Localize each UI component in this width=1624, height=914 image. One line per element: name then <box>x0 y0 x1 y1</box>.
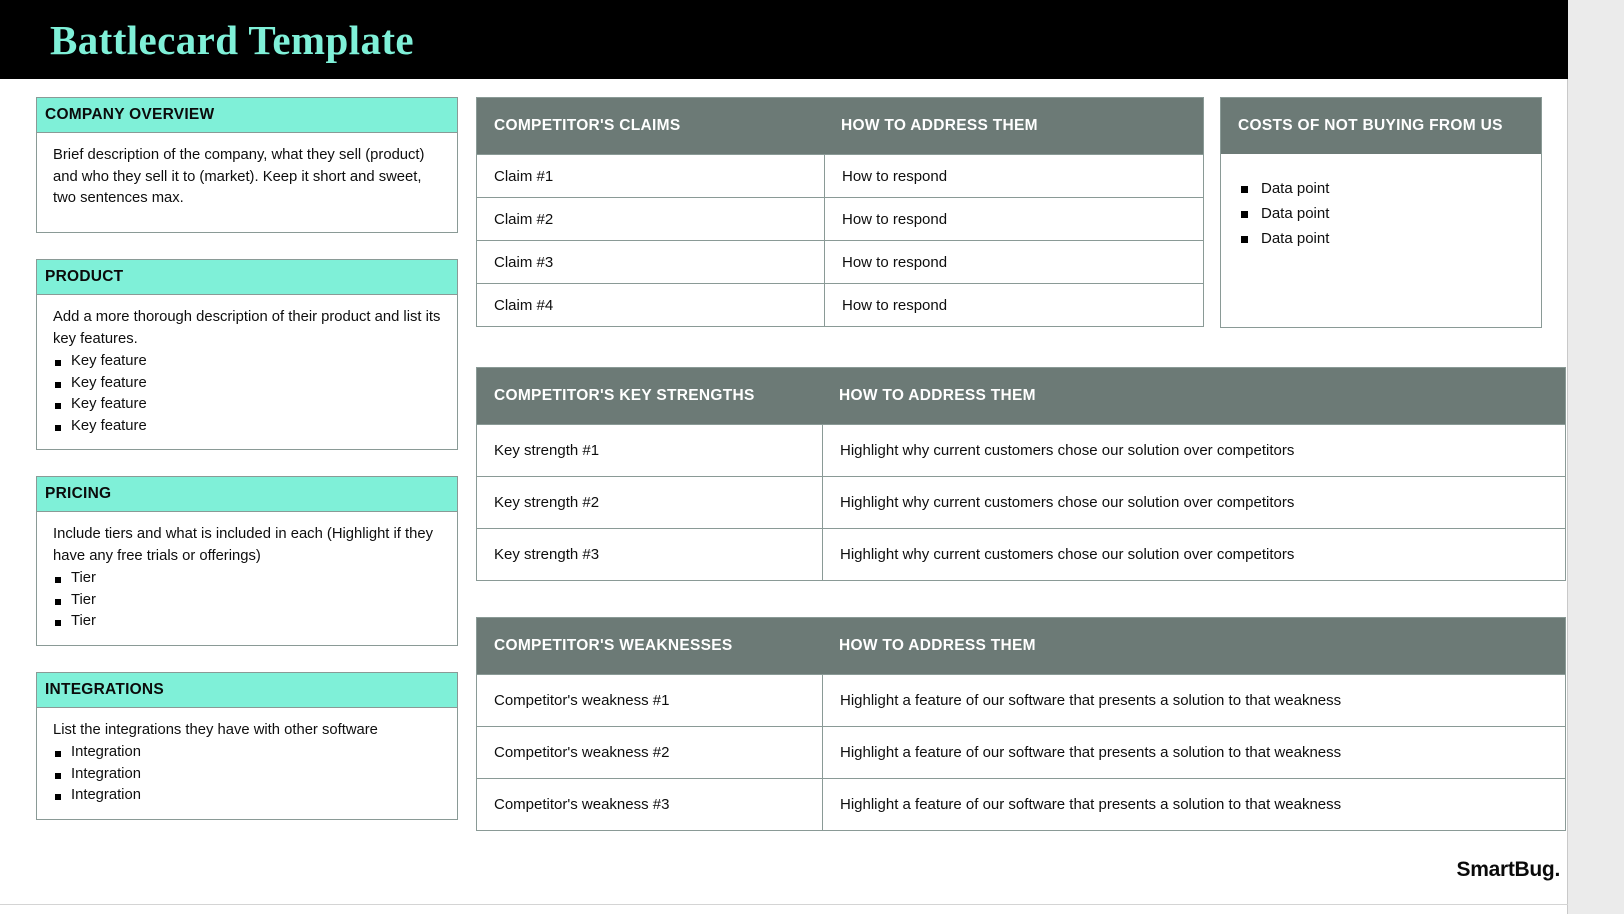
card-paragraph: List the integrations they have with oth… <box>53 721 378 738</box>
page-title: Battlecard Template <box>50 16 415 63</box>
panel-header-costs: COSTS OF NOT BUYING FROM US <box>1221 98 1541 154</box>
card-heading-label: PRODUCT <box>45 268 124 285</box>
smartbug-logo: SmartBug. <box>1456 858 1561 881</box>
competitor-claims-table: COMPETITOR'S CLAIMS HOW TO ADDRESS THEM … <box>476 97 1204 327</box>
list-item: Integration <box>53 764 443 786</box>
list-item: Key feature <box>53 416 443 438</box>
cell-weakness: Competitor's weakness #2 <box>494 744 670 761</box>
cell-weakness: Competitor's weakness #1 <box>494 692 670 709</box>
cell-strength: Key strength #3 <box>494 546 600 563</box>
panel-body-costs: Data point Data point Data point <box>1221 154 1541 327</box>
table-row: Claim #2 How to respond <box>477 197 1203 240</box>
card-body-integrations: List the integrations they have with oth… <box>36 707 458 820</box>
pricing-tier-list: Tier Tier Tier <box>53 568 443 633</box>
card-paragraph: Include tiers and what is included in ea… <box>53 526 434 564</box>
card-body-product: Add a more thorough description of their… <box>36 295 458 450</box>
page-bottom-edge-line <box>0 904 1568 905</box>
card-product: PRODUCT Add a more thorough description … <box>36 259 458 450</box>
integration-list: Integration Integration Integration <box>53 742 443 807</box>
table-row: Competitor's weakness #3 Highlight a fea… <box>477 778 1565 830</box>
cell-response: How to respond <box>824 284 1203 326</box>
page-right-gutter <box>1568 0 1624 914</box>
table-row: Key strength #3 Highlight why current cu… <box>477 528 1565 580</box>
competitor-key-strengths-table: COMPETITOR'S KEY STRENGTHS HOW TO ADDRES… <box>476 367 1566 581</box>
table-row: Key strength #1 Highlight why current cu… <box>477 424 1565 476</box>
table-row: Claim #4 How to respond <box>477 283 1203 326</box>
column-header-weaknesses: COMPETITOR'S WEAKNESSES <box>494 637 733 654</box>
list-item: Integration <box>53 785 443 807</box>
table-header-row: COMPETITOR'S CLAIMS HOW TO ADDRESS THEM <box>477 98 1203 154</box>
cell-claim: Claim #3 <box>494 253 554 271</box>
card-company-overview: COMPANY OVERVIEW Brief description of th… <box>36 97 458 233</box>
cell-response: How to respond <box>824 241 1203 283</box>
table-row: Key strength #2 Highlight why current cu… <box>477 476 1565 528</box>
cell-response: Highlight why current customers chose ou… <box>822 529 1565 580</box>
card-integrations: INTEGRATIONS List the integrations they … <box>36 671 458 820</box>
cell-claim: Claim #1 <box>494 167 554 185</box>
cell-response: Highlight a feature of our software that… <box>822 675 1565 726</box>
product-feature-list: Key feature Key feature Key feature Key … <box>53 351 443 437</box>
column-header-strengths: COMPETITOR'S KEY STRENGTHS <box>494 387 755 404</box>
list-item: Tier <box>53 568 443 590</box>
table-header-row: COMPETITOR'S KEY STRENGTHS HOW TO ADDRES… <box>477 368 1565 424</box>
list-item: Data point <box>1239 176 1527 201</box>
cell-response: How to respond <box>824 198 1203 240</box>
costs-of-not-buying-panel: COSTS OF NOT BUYING FROM US Data point D… <box>1220 97 1542 328</box>
column-header-address: HOW TO ADDRESS THEM <box>839 637 1036 654</box>
card-paragraph: Brief description of the company, what t… <box>53 147 425 206</box>
list-item: Data point <box>1239 201 1527 226</box>
table-row: Competitor's weakness #1 Highlight a fea… <box>477 674 1565 726</box>
left-column: COMPANY OVERVIEW Brief description of th… <box>36 97 458 846</box>
cell-response: Highlight why current customers chose ou… <box>822 425 1565 476</box>
table-header-row: COMPETITOR'S WEAKNESSES HOW TO ADDRESS T… <box>477 618 1565 674</box>
table-row: Claim #3 How to respond <box>477 240 1203 283</box>
cell-response: Highlight why current customers chose ou… <box>822 477 1565 528</box>
column-header-claims: COMPETITOR'S CLAIMS <box>494 117 681 134</box>
costs-data-point-list: Data point Data point Data point <box>1239 176 1527 251</box>
cell-claim: Claim #2 <box>494 210 554 228</box>
table-row: Claim #1 How to respond <box>477 154 1203 197</box>
card-body-company-overview: Brief description of the company, what t… <box>36 133 458 233</box>
card-paragraph: Add a more thorough description of their… <box>53 309 441 347</box>
cell-strength: Key strength #1 <box>494 442 600 459</box>
page-right-edge-line <box>1567 0 1568 914</box>
list-item: Integration <box>53 742 443 764</box>
card-body-pricing: Include tiers and what is included in ea… <box>36 512 458 646</box>
list-item: Tier <box>53 590 443 612</box>
cell-claim: Claim #4 <box>494 296 554 314</box>
card-header-integrations: INTEGRATIONS <box>36 671 458 708</box>
list-item: Key feature <box>53 351 443 373</box>
cell-response: Highlight a feature of our software that… <box>822 727 1565 778</box>
list-item: Tier <box>53 611 443 633</box>
card-heading-label: PRICING <box>45 485 112 502</box>
list-item: Data point <box>1239 226 1527 251</box>
card-heading-label: INTEGRATIONS <box>45 680 164 698</box>
battlecard-page: Battlecard Template COMPANY OVERVIEW Bri… <box>0 0 1624 914</box>
column-header-address: HOW TO ADDRESS THEM <box>839 387 1036 404</box>
table-row: Competitor's weakness #2 Highlight a fea… <box>477 726 1565 778</box>
cell-response: Highlight a feature of our software that… <box>822 779 1565 830</box>
list-item: Key feature <box>53 373 443 395</box>
cell-response: How to respond <box>824 155 1203 197</box>
card-heading-label: COMPANY OVERVIEW <box>45 106 215 123</box>
panel-heading-label: COSTS OF NOT BUYING FROM US <box>1238 117 1503 134</box>
cell-strength: Key strength #2 <box>494 494 600 511</box>
card-header-product: PRODUCT <box>36 259 458 295</box>
card-pricing: PRICING Include tiers and what is includ… <box>36 476 458 646</box>
list-item: Key feature <box>53 394 443 416</box>
competitor-weaknesses-table: COMPETITOR'S WEAKNESSES HOW TO ADDRESS T… <box>476 617 1566 831</box>
cell-weakness: Competitor's weakness #3 <box>494 796 670 813</box>
title-bar: Battlecard Template <box>0 0 1568 79</box>
column-header-address: HOW TO ADDRESS THEM <box>841 117 1038 134</box>
card-header-company-overview: COMPANY OVERVIEW <box>36 97 458 133</box>
card-header-pricing: PRICING <box>36 476 458 512</box>
